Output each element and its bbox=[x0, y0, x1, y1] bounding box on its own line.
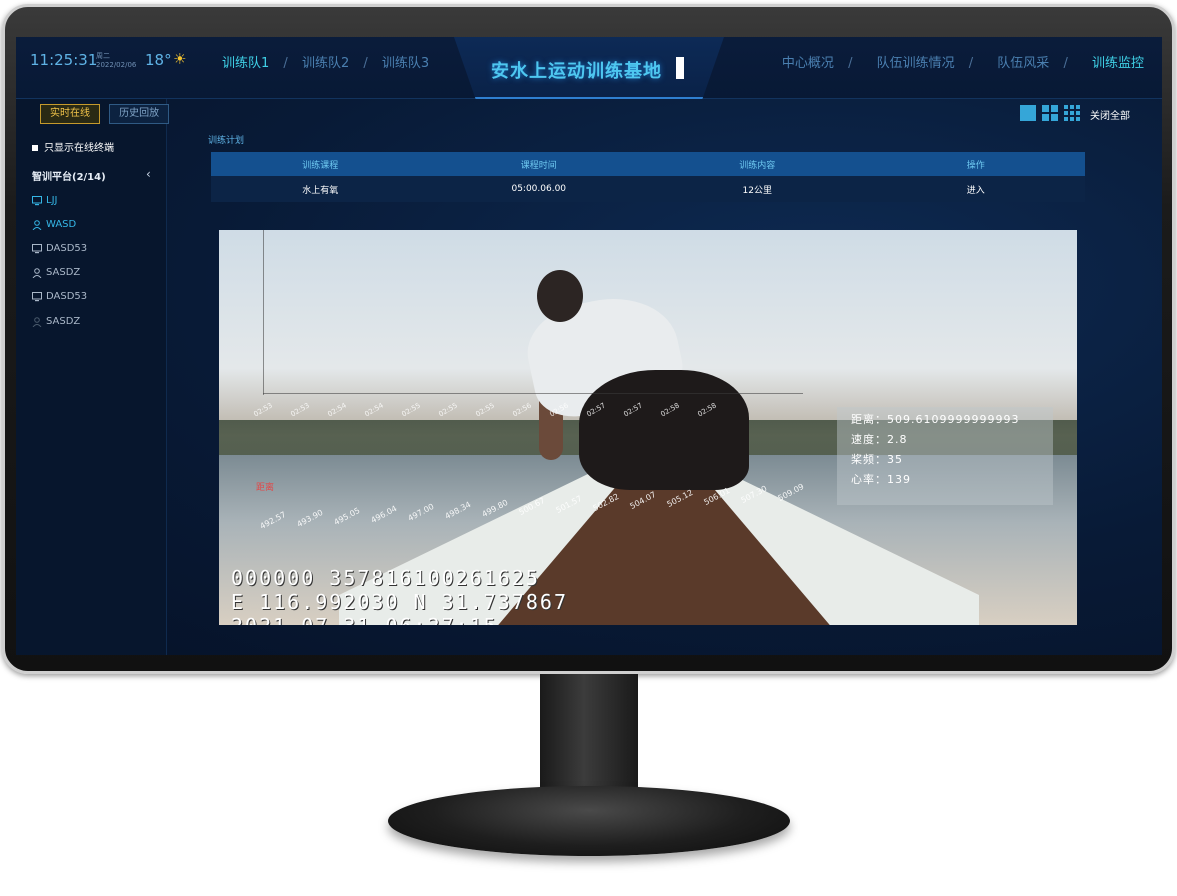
chevron-left-icon[interactable]: ‹ bbox=[146, 167, 151, 181]
terminal-item[interactable]: LJJ bbox=[32, 195, 57, 206]
time-tick-label: 02:53 bbox=[289, 401, 311, 419]
nav-center-overview[interactable]: 中心概况 bbox=[782, 56, 834, 71]
stat-distance: 距离：509.6109999999993 bbox=[851, 413, 1020, 426]
training-plan-table: 训练课程 课程时间 训练内容 操作 水上有氧 05:00.06.00 12公里 … bbox=[211, 152, 1085, 202]
history-playback-button[interactable]: 历史回放 bbox=[109, 104, 170, 124]
time-tick-label: 02:55 bbox=[400, 401, 422, 419]
chart-x-axis bbox=[263, 393, 803, 394]
time-tick-label: 02:56 bbox=[511, 401, 533, 419]
terminal-item[interactable]: SASDZ bbox=[32, 316, 80, 327]
course-cell: 水上有氧 bbox=[302, 185, 339, 196]
column-header: 训练内容 bbox=[739, 160, 776, 171]
monitor-frame: 11:25:31 周二 2022/02/06 18° ☀ 训练队1 / 训练队2… bbox=[0, 0, 1177, 896]
column-header: 操作 bbox=[966, 160, 985, 171]
timestamp-overlay: 2021-07-31 06:27:15 bbox=[231, 614, 498, 625]
video-feed[interactable]: 02:53 02:53 02:54 02:54 02:55 02:55 02:55 02:56… bbox=[219, 230, 1077, 625]
mode-switch: 实时在线 历史回放 bbox=[40, 101, 173, 124]
sun-icon: ☀ bbox=[173, 50, 187, 68]
terminal-item[interactable]: SASDZ bbox=[32, 267, 80, 278]
training-plan-label: 训练计划 bbox=[208, 136, 245, 146]
time-tick-label: 02:53 bbox=[252, 401, 274, 419]
chart-y-axis bbox=[263, 230, 264, 395]
rower-head bbox=[537, 270, 583, 322]
gps-overlay: E 116.992030 N 31.737867 bbox=[231, 590, 568, 614]
stat-speed: 速度：2.8 bbox=[851, 433, 908, 446]
nav-training-monitor[interactable]: 训练监控 bbox=[1092, 56, 1144, 71]
quad-view-icon[interactable] bbox=[1042, 105, 1058, 121]
table-row: 水上有氧 05:00.06.00 12公里 进入 bbox=[211, 176, 1085, 202]
stats-panel: 距离：509.6109999999993 速度：2.8 桨频：35 心率：139 bbox=[837, 407, 1053, 505]
user-icon bbox=[32, 219, 42, 230]
content-cell: 12公里 bbox=[742, 185, 772, 196]
rower-legs bbox=[579, 370, 749, 490]
terminal-item[interactable]: DASD53 bbox=[32, 291, 87, 302]
table-header: 训练课程 课程时间 训练内容 操作 bbox=[211, 152, 1085, 176]
stat-stroke-rate: 桨频：35 bbox=[851, 453, 903, 466]
text-cursor bbox=[676, 57, 684, 79]
nine-view-icon[interactable] bbox=[1064, 105, 1080, 121]
distance-chart-tag: 距离 bbox=[256, 483, 275, 493]
terminal-label: SASDZ bbox=[46, 316, 81, 327]
time-tick-label: 02:54 bbox=[326, 401, 348, 419]
date-label: 2022/02/06 bbox=[96, 61, 137, 69]
tab-team-2[interactable]: 训练队2 bbox=[302, 56, 349, 71]
clock-time: 11:25:31 bbox=[30, 51, 98, 69]
close-all-button[interactable]: 关闭全部 bbox=[1090, 107, 1130, 122]
single-view-icon[interactable] bbox=[1020, 105, 1036, 121]
stat-heart-rate: 心率：139 bbox=[851, 473, 911, 486]
time-tick-label: 02:55 bbox=[474, 401, 496, 419]
top-header: 11:25:31 周二 2022/02/06 18° ☀ 训练队1 / 训练队2… bbox=[16, 37, 1162, 99]
team-tabs: 训练队1 / 训练队2 / 训练队3 bbox=[222, 56, 430, 71]
nav-team-training[interactable]: 队伍训练情况 bbox=[877, 56, 955, 71]
monitor-icon bbox=[32, 243, 42, 253]
monitor-base bbox=[388, 786, 790, 856]
main-nav: 中心概况 / 队伍训练情况 / 队伍风采 / 训练监控 bbox=[781, 56, 1144, 71]
platform-group-label[interactable]: 智训平台(2/14) bbox=[32, 168, 106, 183]
date-block: 周二 2022/02/06 bbox=[96, 52, 136, 70]
terminal-item[interactable]: DASD53 bbox=[32, 243, 87, 254]
monitor-icon bbox=[32, 195, 42, 205]
nav-team-style[interactable]: 队伍风采 bbox=[997, 56, 1049, 71]
online-only-toggle[interactable]: 只显示在线终端 bbox=[32, 139, 114, 154]
temperature: 18° bbox=[145, 51, 172, 69]
user-icon bbox=[32, 267, 42, 278]
enter-link[interactable]: 进入 bbox=[867, 183, 1086, 196]
terminal-label: LJJ bbox=[46, 195, 58, 206]
terminal-label: DASD53 bbox=[46, 291, 88, 302]
realtime-button[interactable]: 实时在线 bbox=[40, 104, 100, 124]
time-tick-label: 02:54 bbox=[363, 401, 385, 419]
time-tick-label: 02:55 bbox=[437, 401, 459, 419]
monitor-icon bbox=[32, 291, 42, 301]
tab-team-3[interactable]: 训练队3 bbox=[382, 56, 429, 71]
checkbox-icon[interactable] bbox=[32, 145, 38, 151]
device-id-overlay: 000000 357816100261625 bbox=[231, 566, 540, 590]
terminal-label: DASD53 bbox=[46, 243, 88, 254]
user-icon bbox=[32, 316, 42, 327]
column-header: 训练课程 bbox=[302, 160, 339, 171]
terminal-item[interactable]: WASD bbox=[32, 219, 76, 230]
layout-toggle bbox=[1020, 105, 1080, 121]
time-cell: 05:00.06.00 bbox=[511, 184, 567, 194]
tab-team-1[interactable]: 训练队1 bbox=[222, 56, 269, 71]
page-title: 安水上运动训练基地 bbox=[491, 61, 662, 82]
terminal-label: WASD bbox=[46, 219, 77, 230]
column-header: 课程时间 bbox=[520, 160, 557, 171]
screen: 11:25:31 周二 2022/02/06 18° ☀ 训练队1 / 训练队2… bbox=[16, 37, 1162, 655]
terminal-label: SASDZ bbox=[46, 267, 81, 278]
weekday-label: 周二 bbox=[96, 52, 110, 60]
online-only-label: 只显示在线终端 bbox=[44, 143, 114, 154]
